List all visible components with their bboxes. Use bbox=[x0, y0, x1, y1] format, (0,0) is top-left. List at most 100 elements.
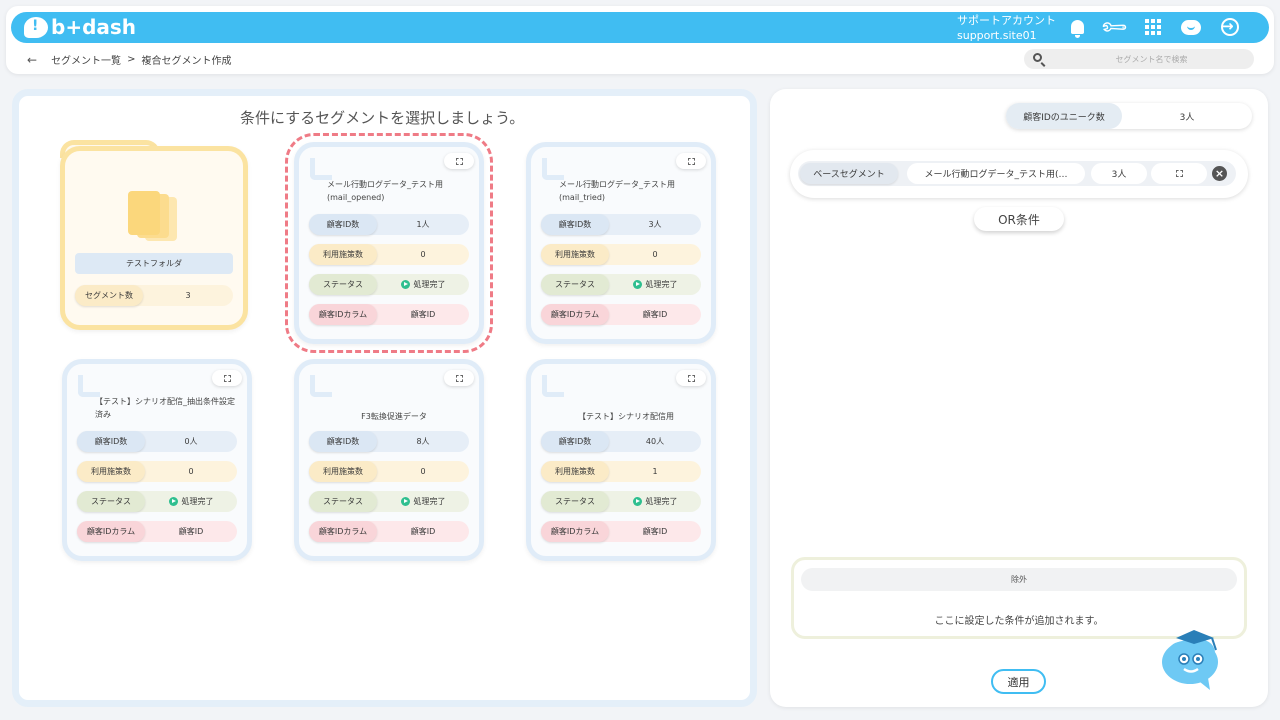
customer-id-count-label: 顧客ID数 bbox=[77, 431, 145, 452]
measures-row: 利用施策数 0 bbox=[309, 244, 469, 265]
customer-id-count-value: 40人 bbox=[645, 437, 665, 446]
segment-title: F3転換促進データ bbox=[361, 412, 427, 421]
measures-label: 利用施策数 bbox=[309, 461, 377, 482]
unique-count-value: 3人 bbox=[1179, 112, 1195, 123]
bell-icon[interactable] bbox=[1065, 16, 1089, 38]
back-arrow-icon[interactable]: ← bbox=[27, 53, 37, 67]
search-box bbox=[1024, 49, 1254, 69]
customer-id-count-value: 0人 bbox=[184, 437, 198, 446]
exclude-box[interactable]: 除外 ここに設定した条件が追加されます。 bbox=[791, 557, 1247, 639]
remove-segment-icon[interactable]: × bbox=[1212, 166, 1227, 181]
segment-title: 【テスト】シナリオ配信用 bbox=[578, 412, 674, 421]
expand-button[interactable] bbox=[444, 153, 474, 169]
measures-label: 利用施策数 bbox=[309, 244, 377, 265]
customer-id-count-row: 顧客ID数 8人 bbox=[309, 431, 469, 452]
id-column-value: 顧客ID bbox=[178, 527, 204, 536]
status-row: ステータス 処理完了 bbox=[541, 274, 701, 295]
customer-id-count-row: 顧客ID数 40人 bbox=[541, 431, 701, 452]
id-column-label: 顧客IDカラム bbox=[541, 304, 609, 325]
status-label: ステータス bbox=[309, 274, 377, 295]
exclude-message: ここに設定した条件が追加されます。 bbox=[934, 616, 1104, 627]
base-segment-name: メール行動ログデータ_テスト用(… bbox=[907, 163, 1085, 184]
measures-label: 利用施策数 bbox=[541, 461, 609, 482]
unique-count-pill: 顧客IDのユニーク数 3人 bbox=[1006, 103, 1252, 129]
status-label: ステータス bbox=[541, 491, 609, 512]
card-fold-icon bbox=[310, 375, 332, 397]
status-row: ステータス 処理完了 bbox=[541, 491, 701, 512]
apply-button[interactable]: 適用 bbox=[991, 669, 1046, 694]
segment-card[interactable]: 【テスト】シナリオ配信_抽出条件設定済み 顧客ID数 0人 利用施策数 0 ステータス 処理… bbox=[62, 359, 252, 561]
segment-card[interactable]: F3転換促進データ 顧客ID数 8人 利用施策数 0 ステータス 処理完了 顧客IDカラム 顧客… bbox=[294, 359, 484, 561]
expand-button[interactable] bbox=[676, 370, 706, 386]
customer-id-count-value: 3人 bbox=[648, 220, 662, 229]
status-value: 処理完了 bbox=[645, 497, 678, 506]
expand-button[interactable] bbox=[1151, 163, 1207, 184]
app-logo[interactable]: b+dash bbox=[24, 15, 136, 39]
mascot-icon bbox=[1162, 630, 1218, 690]
status-value: 処理完了 bbox=[181, 497, 214, 506]
expand-icon bbox=[687, 374, 695, 382]
customer-id-count-label: 顧客ID数 bbox=[541, 214, 609, 235]
status-label: ステータス bbox=[541, 274, 609, 295]
expand-icon bbox=[223, 374, 231, 382]
folder-segment-count: セグメント数 3 bbox=[75, 285, 233, 306]
folder-card[interactable]: テストフォルダ セグメント数 3 bbox=[60, 146, 248, 330]
card-fold-icon bbox=[542, 375, 564, 397]
search-icon bbox=[1033, 53, 1042, 62]
card-fold-icon bbox=[78, 375, 100, 397]
status-complete-icon bbox=[632, 280, 642, 289]
id-column-row: 顧客IDカラム 顧客ID bbox=[77, 521, 237, 542]
account-info[interactable]: サポートアカウント support.site01 bbox=[957, 13, 1056, 43]
measures-row: 利用施策数 0 bbox=[541, 244, 701, 265]
id-column-label: 顧客IDカラム bbox=[541, 521, 609, 542]
measures-label: 利用施策数 bbox=[541, 244, 609, 265]
folder-count-label: セグメント数 bbox=[75, 285, 143, 306]
expand-button[interactable] bbox=[212, 370, 242, 386]
status-label: ステータス bbox=[77, 491, 145, 512]
id-column-label: 顧客IDカラム bbox=[309, 521, 377, 542]
logout-icon[interactable] bbox=[1218, 16, 1242, 38]
id-column-value: 顧客ID bbox=[642, 310, 668, 319]
segment-card[interactable]: メール行動ログデータ_テスト用(mail_opened) 顧客ID数 1人利用施策数… bbox=[285, 133, 493, 353]
folder-count-value: 3 bbox=[185, 291, 191, 300]
expand-icon bbox=[455, 374, 463, 382]
panel-title: 条件にするセグメントを選択しましょう。 bbox=[240, 109, 525, 127]
segment-title: メール行動ログデータ_テスト用(mail_tried) bbox=[559, 180, 675, 202]
customer-id-count-label: 顧客ID数 bbox=[541, 431, 609, 452]
status-complete-icon bbox=[632, 497, 642, 506]
status-row: ステータス 処理完了 bbox=[77, 491, 237, 512]
measures-value: 0 bbox=[420, 467, 426, 476]
customer-id-count-label: 顧客ID数 bbox=[309, 214, 377, 235]
status-label: ステータス bbox=[309, 491, 377, 512]
search-input[interactable] bbox=[1054, 49, 1249, 69]
measures-value: 1 bbox=[652, 467, 658, 476]
measures-row: 利用施策数 0 bbox=[309, 461, 469, 482]
measures-row: 利用施策数 1 bbox=[541, 461, 701, 482]
base-segment-label: ベースセグメント bbox=[800, 163, 898, 184]
account-name: サポートアカウント bbox=[957, 14, 1056, 27]
status-row: ステータス 処理完了 bbox=[309, 274, 469, 295]
expand-button[interactable] bbox=[676, 153, 706, 169]
id-column-row: 顧客IDカラム 顧客ID bbox=[309, 304, 469, 325]
status-row: ステータス 処理完了 bbox=[309, 491, 469, 512]
measures-value: 0 bbox=[652, 250, 658, 259]
segment-title: メール行動ログデータ_テスト用(mail_opened) bbox=[327, 180, 443, 202]
customer-id-count-value: 1人 bbox=[416, 220, 430, 229]
expand-button[interactable] bbox=[444, 370, 474, 386]
cloud-face-icon[interactable] bbox=[1179, 16, 1203, 38]
segment-title: 【テスト】シナリオ配信_抽出条件設定済み bbox=[95, 397, 235, 419]
logo-bubble-icon bbox=[24, 16, 48, 38]
expand-icon bbox=[1175, 170, 1183, 177]
id-column-value: 顧客ID bbox=[410, 310, 436, 319]
breadcrumb-parent[interactable]: セグメント一覧 bbox=[51, 52, 121, 67]
segment-card[interactable]: メール行動ログデータ_テスト用(mail_tried) 顧客ID数 3人利用施策数 0… bbox=[526, 142, 716, 344]
customer-id-count-row: 顧客ID数 0人 bbox=[77, 431, 237, 452]
apps-grid-icon[interactable] bbox=[1141, 16, 1165, 38]
customer-id-count-row: 顧客ID数 3人 bbox=[541, 214, 701, 235]
unique-count-label: 顧客IDのユニーク数 bbox=[1006, 103, 1122, 129]
wrench-icon[interactable]: 🔧︎ bbox=[1098, 11, 1129, 42]
or-condition-button[interactable]: OR条件 bbox=[974, 207, 1064, 231]
measures-value: 0 bbox=[188, 467, 194, 476]
status-value: 処理完了 bbox=[413, 497, 446, 506]
segment-card[interactable]: 【テスト】シナリオ配信用顧客ID数 40人利用施策数 1 ステータス 処理完了顧客IDカ… bbox=[526, 359, 716, 561]
